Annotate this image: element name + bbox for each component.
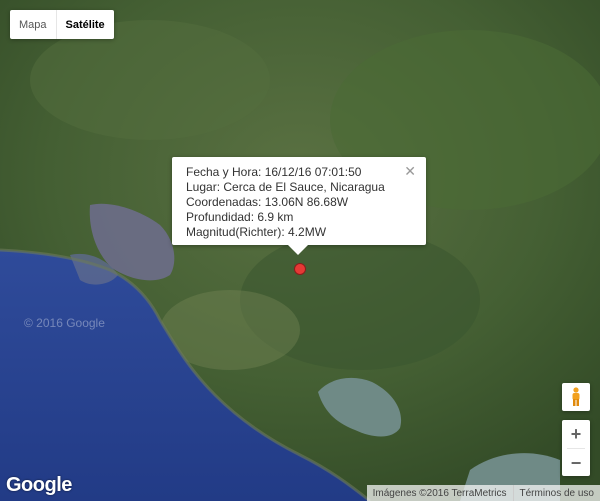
info-coordinates: Coordenadas: 13.06N 86.68W (186, 195, 349, 209)
pegman-figure (572, 387, 580, 406)
map-canvas[interactable]: © 2016 Google Mapa Satélite Fecha y Hora… (0, 0, 600, 501)
info-window-tail (288, 245, 308, 255)
zoom-control: + − (562, 420, 590, 476)
zoom-in-button[interactable]: + (562, 420, 590, 448)
attribution-bar: Imágenes ©2016 TerraMetrics Términos de … (366, 485, 600, 501)
map-button[interactable]: Mapa (10, 10, 56, 39)
info-magnitude: Magnitud(Richter): 4.2MW (186, 225, 327, 239)
satellite-button[interactable]: Satélite (55, 10, 114, 39)
info-location: Lugar: Cerca de El Sauce, Nicaragua (186, 180, 385, 194)
imagery-attribution: Imágenes ©2016 TerraMetrics (366, 485, 513, 501)
pegman-icon[interactable] (562, 383, 590, 411)
info-datetime: Fecha y Hora: 16/12/16 07:01:50 (186, 165, 362, 179)
close-icon[interactable]: ✕ (404, 163, 416, 180)
info-depth: Profundidad: 6.9 km (186, 210, 294, 224)
map-type-control: Mapa Satélite (10, 10, 114, 39)
info-window: Fecha y Hora: 16/12/16 07:01:50 Lugar: C… (172, 157, 426, 255)
google-logo[interactable]: Google (6, 474, 72, 497)
terms-link[interactable]: Términos de uso (512, 485, 600, 501)
map-watermark: © 2016 Google (24, 316, 105, 330)
earthquake-marker[interactable] (294, 263, 306, 275)
zoom-out-button[interactable]: − (562, 449, 590, 477)
